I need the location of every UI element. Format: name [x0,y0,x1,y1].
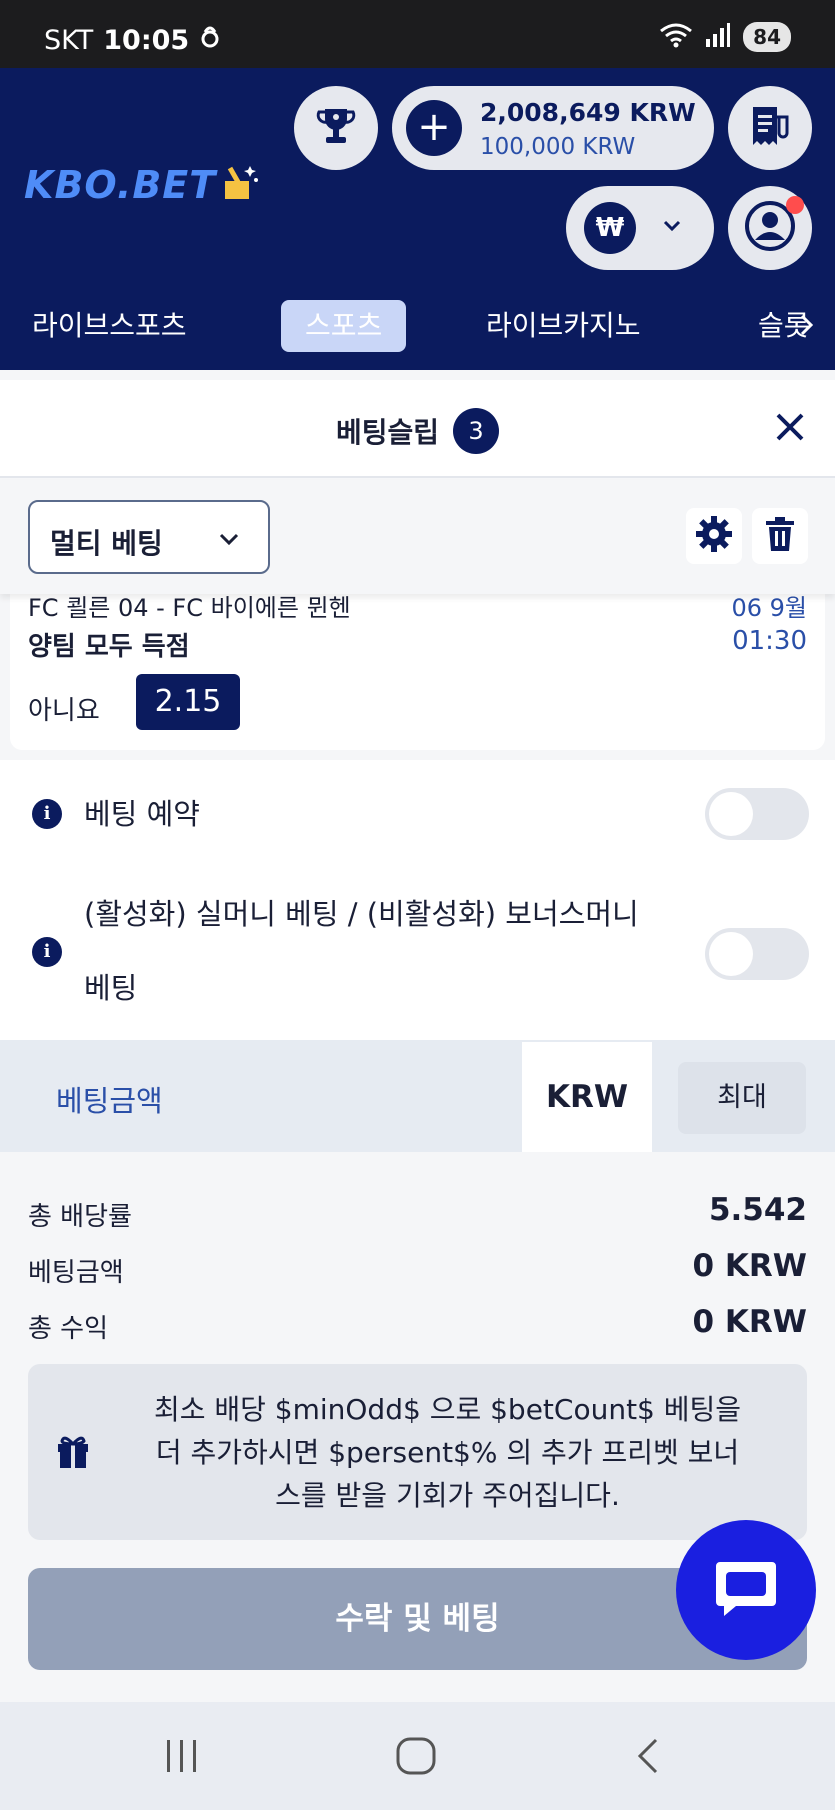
trophy-button[interactable] [294,86,378,170]
chevron-down-icon [216,526,242,556]
info-icon[interactable]: i [32,799,62,829]
toggle-knob [709,932,753,976]
balance-pill[interactable]: + 2,008,649 KRW 100,000 KRW [392,86,714,170]
app-header: KBO.BET + 2,008,649 KRW 100,000 KRW ₩ [0,68,835,278]
bet-type-select[interactable]: 멀티 베팅 [28,500,270,574]
total-odds-label: 총 배당률 [28,1202,132,1232]
realmoney-label-line1: (활성화) 실머니 베팅 / (비활성화) 보너스머니 [84,897,639,931]
max-stake-button[interactable]: 최대 [678,1062,806,1134]
promo-line-3: 스를 받을 기회가 주어집니다. [275,1479,620,1512]
trash-icon [762,515,798,557]
bet-mode-row: 멀티 베팅 [0,480,835,594]
info-icon[interactable]: i [32,937,62,967]
main-balance: 2,008,649 KRW [480,98,696,127]
chevron-down-icon [660,214,684,242]
stake-summary-value: 0 KRW [692,1248,807,1284]
bet-type-value: 멀티 베팅 [50,527,163,560]
betslip-header: 베팅슬립 3 [0,380,835,478]
toggle-knob [709,792,753,836]
summary-row-odds: 총 배당률 5.542 [28,1186,807,1240]
close-icon[interactable] [773,410,807,448]
stake-summary-label: 베팅금액 [28,1258,124,1288]
status-left: SKT 10:05 [44,24,221,57]
settings-button[interactable] [686,508,742,564]
signal-icon [705,22,731,52]
tab-live-casino[interactable]: 라이브카지노 [486,300,641,352]
gear-icon [694,514,734,558]
wifi-icon [659,22,693,52]
deposit-plus-icon[interactable]: + [406,100,462,156]
gift-icon [56,1434,90,1474]
freebet-promo-box: 최소 배당 $minOdd$ 으로 $betCount$ 베팅을 더 추가하시면… [28,1364,807,1540]
tab-live-sports[interactable]: 라이브스포츠 [32,300,187,352]
logo-text: KBO.BET [24,163,217,207]
home-icon[interactable] [394,1736,438,1780]
site-logo[interactable]: KBO.BET [24,160,262,210]
currency-selector[interactable]: ₩ [566,186,714,270]
promo-line-1: 최소 배당 $minOdd$ 으로 $betCount$ 베팅을 [153,1393,742,1426]
stake-input-bar[interactable]: 베팅금액 KRW 최대 [0,1040,835,1152]
lock-status-icon [199,24,221,57]
promo-line-2: 더 추가하시면 $persent$% 의 추가 프리벳 보너 [155,1436,740,1469]
betslip-button[interactable] [728,86,812,170]
bonus-balance: 100,000 KRW [480,134,636,160]
status-right: 84 [659,22,791,52]
total-odds-value: 5.542 [708,1192,807,1228]
profit-value: 0 KRW [692,1304,807,1340]
reserve-bet-label: 베팅 예약 [84,797,200,831]
realmoney-label-line2: 베팅 [84,971,138,1005]
tab-sports[interactable]: 스포츠 [281,300,407,352]
user-profile-button[interactable] [728,186,812,270]
receipt-icon [747,103,793,153]
stake-label: 베팅금액 [56,1084,163,1118]
clock-label: 10:05 [103,25,190,56]
trophy-icon [315,105,357,151]
system-navigation-bar [0,1702,835,1810]
category-nav: 라이브스포츠 스포츠 라이브카지노 슬롯 [0,278,835,370]
match-time: 01:30 [732,626,807,656]
options-panel: i 베팅 예약 i (활성화) 실머니 베팅 / (비활성화) 보너스머니 베팅 [0,760,835,1040]
recent-apps-icon[interactable] [162,1736,202,1780]
chat-bubble-icon [710,1552,782,1628]
betslip-title: 베팅슬립 [335,416,440,449]
status-bar: SKT 10:05 84 [0,0,835,68]
reserve-bet-toggle[interactable] [705,788,809,840]
back-icon[interactable] [632,1736,662,1780]
betslip-title-row: 베팅슬립 3 [0,408,835,454]
market-name: 양팀 모두 득점 [28,632,190,662]
won-currency-icon: ₩ [584,202,636,254]
live-chat-button[interactable] [676,1520,816,1660]
gift-box-logo-icon [216,160,262,210]
summary-row-profit: 총 수익 0 KRW [28,1298,807,1352]
notification-dot [786,196,804,214]
selection-count-badge: 3 [453,408,500,454]
realmoney-toggle[interactable] [705,928,809,980]
battery-indicator: 84 [743,22,791,52]
carrier-label: SKT [44,25,94,56]
summary-row-stake: 베팅금액 0 KRW [28,1242,807,1296]
promo-text: 최소 배당 $minOdd$ 으로 $betCount$ 베팅을 더 추가하시면… [108,1388,787,1517]
selection-odd: 2.15 [136,674,240,730]
selection-pick: 아니요 [28,696,100,726]
profit-label: 총 수익 [28,1314,109,1344]
currency-tab[interactable]: KRW [522,1042,652,1152]
chevron-right-icon[interactable] [796,312,818,342]
delete-button[interactable] [752,508,808,564]
